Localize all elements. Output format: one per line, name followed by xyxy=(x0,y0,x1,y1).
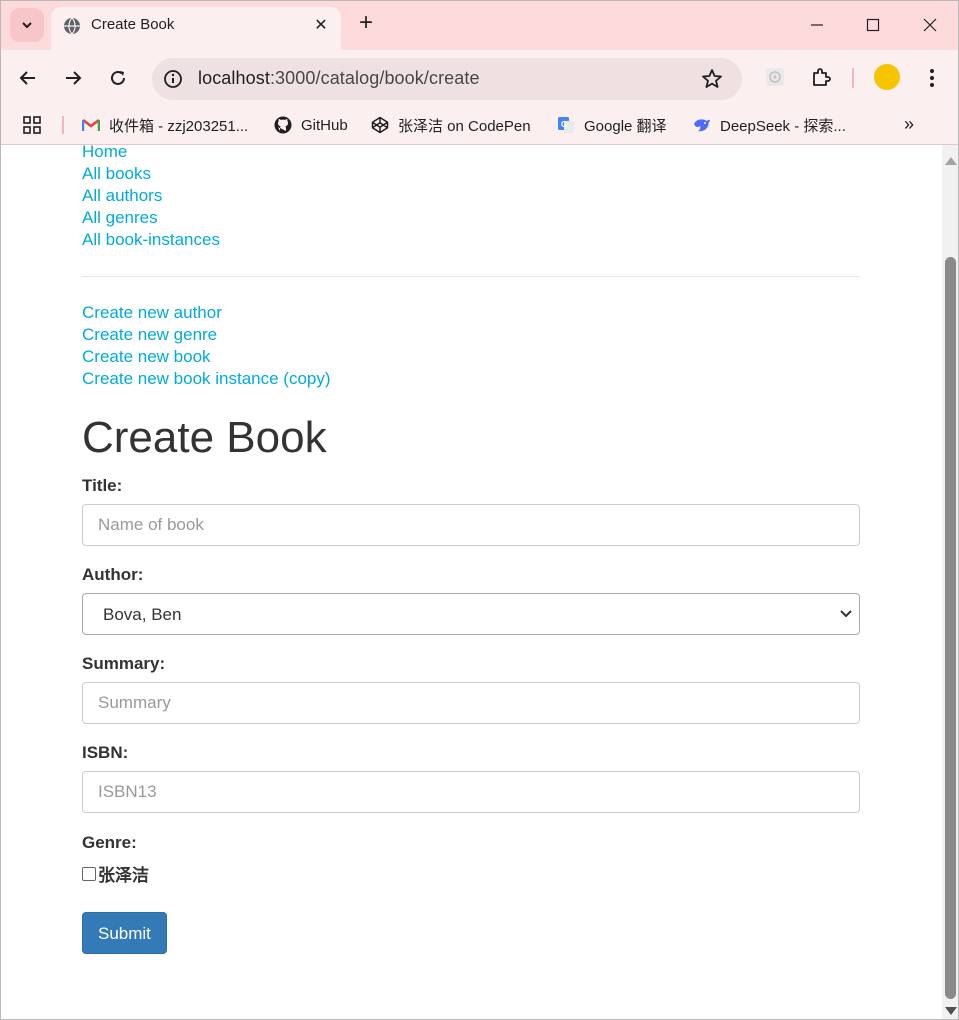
bookmarks-divider xyxy=(62,116,64,134)
create-book-instance-link[interactable]: Create new book instance (copy) xyxy=(82,368,860,390)
url-text[interactable]: localhost:3000/catalog/book/create xyxy=(198,68,480,89)
close-icon[interactable]: ✕ xyxy=(311,15,331,35)
genre-checkbox-label[interactable]: 张泽洁 xyxy=(98,861,149,886)
create-author-link[interactable]: Create new author xyxy=(82,302,860,324)
active-tab[interactable]: Create Book ✕ xyxy=(51,7,341,50)
close-window-icon[interactable] xyxy=(917,12,943,38)
title-input[interactable] xyxy=(82,504,860,546)
page-viewport: Home All books All authors All genres Al… xyxy=(0,145,942,1020)
nav-divider xyxy=(82,276,860,277)
genre-checkbox[interactable] xyxy=(82,866,96,881)
create-book-form: Title: Author: Bova, Ben Summary: ISBN: … xyxy=(82,476,860,954)
title-group: Title: xyxy=(82,476,860,546)
deepseek-icon xyxy=(693,116,711,134)
page-content: Home All books All authors All genres Al… xyxy=(82,145,860,954)
nav-link-all-authors[interactable]: All authors xyxy=(82,185,860,207)
reload-icon[interactable] xyxy=(104,64,132,92)
isbn-group: ISBN: xyxy=(82,743,860,813)
minimize-icon[interactable] xyxy=(804,12,830,38)
page-title: Create Book xyxy=(82,413,327,462)
isbn-input[interactable] xyxy=(82,771,860,813)
extension-icon[interactable] xyxy=(762,64,788,90)
bookmark-github[interactable]: GitHub xyxy=(274,114,348,136)
url-path: :3000/catalog/book/create xyxy=(269,68,480,88)
genre-group: Genre: 张泽洁 xyxy=(82,833,860,886)
create-genre-link[interactable]: Create new genre xyxy=(82,324,860,346)
bookmark-google-translate[interactable]: G Google 翻译 xyxy=(557,114,667,136)
summary-label: Summary: xyxy=(82,654,166,673)
nav-link-home[interactable]: Home xyxy=(82,145,860,163)
maximize-icon[interactable] xyxy=(860,12,886,38)
tab-strip: Create Book ✕ + xyxy=(0,0,959,50)
bookmark-deepseek[interactable]: DeepSeek - 探索... xyxy=(693,114,846,136)
more-icon[interactable] xyxy=(920,64,944,92)
svg-text:G: G xyxy=(561,120,567,129)
isbn-label: ISBN: xyxy=(82,743,129,762)
title-label: Title: xyxy=(82,476,123,495)
author-group: Author: Bova, Ben xyxy=(82,565,860,635)
scroll-thumb[interactable] xyxy=(945,257,956,999)
genre-label: Genre: xyxy=(82,833,137,852)
create-nav: Create new author Create new genre Creat… xyxy=(82,302,860,390)
globe-icon xyxy=(64,17,80,35)
bookmark-label: 张泽洁 on CodePen xyxy=(398,117,531,135)
sidebar-nav: Home All books All authors All genres Al… xyxy=(82,145,860,251)
browser-toolbar: localhost:3000/catalog/book/create xyxy=(0,50,959,106)
bookmark-label: GitHub xyxy=(301,116,348,134)
site-info-icon[interactable] xyxy=(162,68,184,90)
bookmark-label: Google 翻译 xyxy=(584,117,667,135)
plus-icon[interactable]: + xyxy=(354,11,378,35)
toolbar-divider xyxy=(852,68,854,88)
back-icon[interactable] xyxy=(14,64,42,92)
tab-title: Create Book xyxy=(91,16,175,33)
genre-option: 张泽洁 xyxy=(82,861,860,886)
summary-group: Summary: xyxy=(82,654,860,724)
nav-link-all-genres[interactable]: All genres xyxy=(82,207,860,229)
puzzle-icon[interactable] xyxy=(808,64,834,90)
nav-link-all-books[interactable]: All books xyxy=(82,163,860,185)
gmail-icon xyxy=(82,116,100,134)
bookmark-label: DeepSeek - 探索... xyxy=(720,117,846,135)
tab-search-button[interactable] xyxy=(10,8,44,42)
summary-input[interactable] xyxy=(82,682,860,724)
submit-button[interactable]: Submit xyxy=(82,912,167,954)
scroll-down-arrow[interactable] xyxy=(945,1007,957,1015)
author-selected-value: Bova, Ben xyxy=(103,605,182,624)
github-icon xyxy=(274,116,292,134)
profile-avatar[interactable] xyxy=(874,64,900,90)
bookmark-codepen[interactable]: 张泽洁 on CodePen xyxy=(371,114,531,136)
author-select[interactable]: Bova, Ben xyxy=(82,593,860,635)
star-icon[interactable] xyxy=(700,67,724,91)
chevron-down-icon xyxy=(22,22,32,29)
scroll-up-arrow[interactable] xyxy=(945,157,957,165)
apps-icon[interactable] xyxy=(22,115,42,135)
address-bar[interactable]: localhost:3000/catalog/book/create xyxy=(152,58,742,100)
bookmark-gmail[interactable]: 收件箱 - zzj203251... xyxy=(82,114,248,136)
scrollbar[interactable] xyxy=(942,145,959,1020)
create-book-link[interactable]: Create new book xyxy=(82,346,860,368)
chevron-down-icon xyxy=(840,610,852,618)
url-host: localhost xyxy=(198,68,270,88)
nav-link-all-book-instances[interactable]: All book-instances xyxy=(82,229,860,251)
bookmarks-bar: 收件箱 - zzj203251... GitHub 张泽洁 on CodePen… xyxy=(0,106,959,144)
google-translate-icon: G xyxy=(557,116,575,134)
bookmark-label: 收件箱 - zzj203251... xyxy=(109,117,249,135)
codepen-icon xyxy=(371,116,389,134)
forward-icon[interactable] xyxy=(59,64,87,92)
chevron-double-right-icon[interactable]: » xyxy=(904,114,914,135)
author-label: Author: xyxy=(82,565,144,584)
